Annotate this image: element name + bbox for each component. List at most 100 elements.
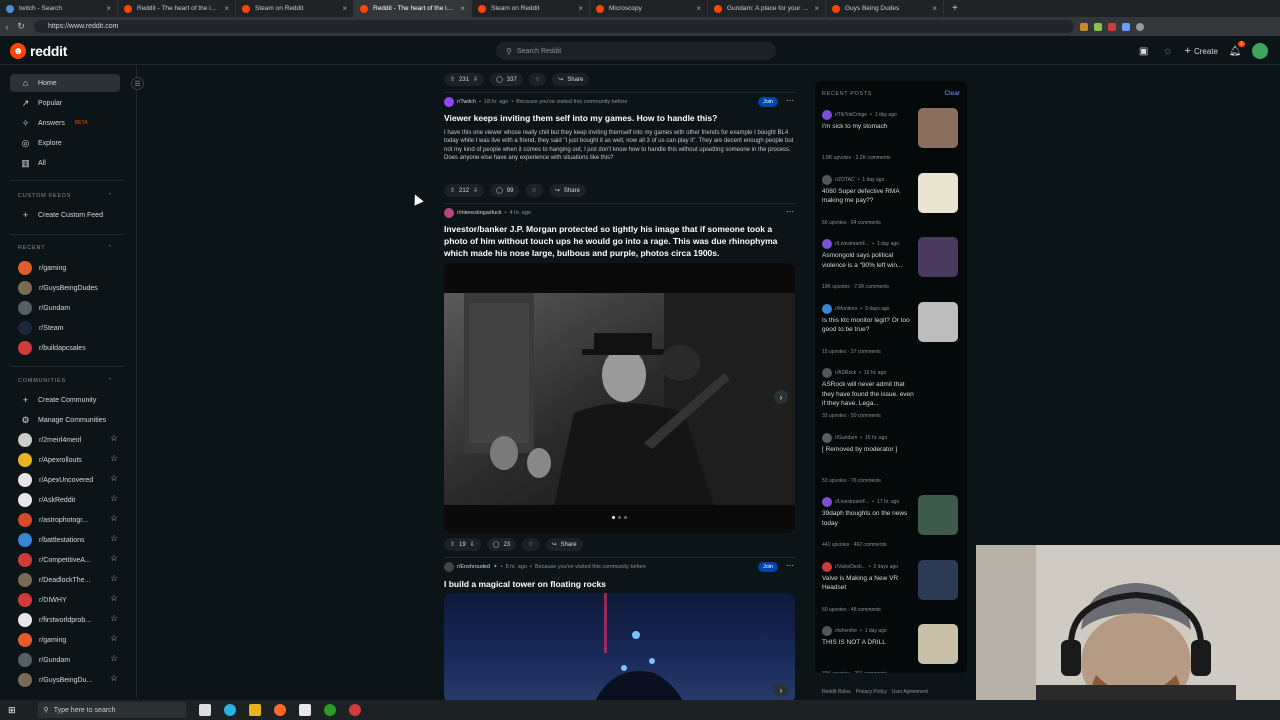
create-button[interactable]: + Create: [1185, 45, 1218, 57]
close-tab-icon[interactable]: ×: [342, 4, 347, 13]
reload-icon[interactable]: ↻: [14, 21, 28, 32]
post-image[interactable]: ›: [444, 263, 795, 533]
manage-communities-button[interactable]: ⚙ Manage Communities: [10, 411, 120, 429]
sidebar-community-item[interactable]: r/GuysBeingDu... ☆: [10, 671, 120, 689]
join-button[interactable]: Join: [758, 562, 779, 572]
recent-post-item[interactable]: r/Gundam • 15 hr. ago [ Removed by moderato…: [822, 432, 962, 497]
more-options-icon[interactable]: ⋯: [786, 207, 794, 216]
upvote-icon[interactable]: ⇧: [450, 187, 455, 194]
recent-post-thumbnail[interactable]: [918, 301, 958, 342]
recent-post-title[interactable]: [ Removed by moderator ]: [822, 445, 914, 455]
recent-post-subreddit[interactable]: r/TikTokCringe: [835, 112, 867, 118]
recent-post-thumbnail[interactable]: [918, 559, 958, 600]
close-tab-icon[interactable]: ×: [578, 4, 583, 13]
recent-post-subreddit[interactable]: r/Gundam: [835, 435, 857, 441]
browser-tab[interactable]: Steam on Reddit ×: [472, 0, 590, 17]
star-icon[interactable]: ☆: [110, 493, 118, 504]
sidebar-toggle-icon[interactable]: ☰: [131, 77, 144, 90]
recent-post-subreddit[interactable]: r/LivestreamF...: [835, 499, 869, 505]
browser-tab[interactable]: Reddit - The heart of the internet ×: [354, 0, 472, 17]
post-body[interactable]: I have this one viewer whose really chil…: [444, 129, 794, 162]
recent-post-item[interactable]: r/ASRock • 16 hr. ago ASRock will never adm…: [822, 368, 962, 432]
windows-start-icon[interactable]: ⊞: [8, 705, 16, 716]
sidebar-item-all[interactable]: ▥ All: [10, 154, 120, 172]
star-icon[interactable]: ☆: [110, 473, 118, 484]
browser-tab[interactable]: Microscopy ×: [590, 0, 708, 17]
sidebar-recent-item[interactable]: r/buildapcsales: [10, 339, 120, 357]
sidebar-item-popular[interactable]: ↗ Popular: [10, 94, 120, 112]
extension-icon[interactable]: [1094, 22, 1102, 31]
sidebar-community-item[interactable]: r/AskReddit ☆: [10, 491, 120, 509]
recent-post-subreddit[interactable]: r/ASRock: [835, 370, 856, 376]
vote-pill[interactable]: ⇧ 212 ⇩: [444, 184, 485, 197]
star-icon[interactable]: ☆: [110, 453, 118, 464]
url-field[interactable]: https://www.reddit.com: [34, 20, 1074, 33]
recent-post-title[interactable]: I'm sick to my stomach: [822, 122, 914, 132]
sidebar-community-item[interactable]: r/Gundam ☆: [10, 651, 120, 669]
sidebar-community-item[interactable]: r/CompetitiveA... ☆: [10, 551, 120, 569]
search-bar[interactable]: ⚲ Search Reddit: [496, 42, 776, 60]
taskbar-search[interactable]: ⚲ Type here to search: [37, 702, 186, 718]
sidebar-community-item[interactable]: r/ApexUncovered ☆: [10, 471, 120, 489]
close-tab-icon[interactable]: ×: [460, 4, 465, 13]
recent-post-subreddit[interactable]: r/Monitors: [835, 306, 857, 312]
more-options-icon[interactable]: ⋯: [786, 96, 794, 105]
comments-button[interactable]: ◯ 99: [490, 184, 520, 197]
xbox-icon[interactable]: [323, 704, 336, 716]
recent-post-subreddit[interactable]: r/LivestreamF...: [835, 241, 869, 247]
user-avatar[interactable]: [1252, 43, 1268, 59]
recent-post-item[interactable]: r/LivestreamF... • 1 day ago Asmongold says…: [822, 237, 962, 303]
sidebar-community-item[interactable]: r/gaming ☆: [10, 631, 120, 649]
browser-tab[interactable]: Guys Being Dudes ×: [826, 0, 944, 17]
recent-post-title[interactable]: Asmongold says political violence is a "…: [822, 251, 914, 270]
sidebar-community-item[interactable]: r/DeadlockThe... ☆: [10, 571, 120, 589]
chat-icon[interactable]: ◌: [1161, 44, 1175, 58]
recent-post-title[interactable]: ASRock will never admit that they have f…: [822, 380, 914, 409]
subreddit-link[interactable]: r/Twitch: [457, 99, 476, 105]
extension-icon[interactable]: [1122, 22, 1130, 31]
create-custom-feed-button[interactable]: + Create Custom Feed: [10, 206, 120, 224]
star-icon[interactable]: ☆: [110, 673, 118, 684]
sidebar-community-item[interactable]: r/firstworldprob... ☆: [10, 611, 120, 629]
sidebar-recent-item[interactable]: r/Steam: [10, 319, 120, 337]
sidebar-community-item[interactable]: r/DIWHY ☆: [10, 591, 120, 609]
upvote-icon[interactable]: ⇧: [450, 76, 455, 83]
bell-icon[interactable]: 🔔︎ 1: [1228, 41, 1245, 58]
task-view-icon[interactable]: [198, 704, 211, 716]
footer-link[interactable]: Privacy Policy: [856, 689, 887, 695]
sidebar-recent-item[interactable]: r/gaming: [10, 259, 120, 277]
advertise-icon[interactable]: ▣: [1137, 44, 1151, 58]
recent-post-item[interactable]: r/ZOTAC • 1 day ago 4080 Super defective RM…: [822, 172, 962, 239]
sidebar-community-item[interactable]: r/astrophotogr... ☆: [10, 511, 120, 529]
recent-post-subreddit[interactable]: r/whenthe: [835, 628, 857, 634]
next-image-icon[interactable]: ›: [774, 390, 788, 404]
recent-post-title[interactable]: THIS IS NOT A DRILL: [822, 638, 914, 648]
sidebar-recent-item[interactable]: r/GuysBeingDudes: [10, 279, 120, 297]
file-explorer-icon[interactable]: [248, 704, 261, 716]
extension-icon[interactable]: [1080, 22, 1088, 31]
back-icon[interactable]: ‹: [0, 22, 14, 32]
browser-tab[interactable]: Gundam: A place for your favorite ×: [708, 0, 826, 17]
star-icon[interactable]: ☆: [110, 553, 118, 564]
join-button[interactable]: Join: [758, 97, 779, 107]
recent-post-item[interactable]: r/LivestreamF... • 17 hr. ago 39daph though…: [822, 495, 962, 561]
steam-icon[interactable]: [298, 704, 311, 716]
recent-post-thumbnail[interactable]: [918, 624, 958, 664]
close-tab-icon[interactable]: ×: [696, 4, 701, 13]
star-icon[interactable]: ☆: [110, 573, 118, 584]
award-button[interactable]: ♢: [528, 73, 547, 86]
vote-pill[interactable]: ⇧ 231 ⇩: [444, 73, 485, 86]
footer-link[interactable]: User Agreement: [892, 689, 928, 695]
star-icon[interactable]: ☆: [110, 653, 118, 664]
browser-tab[interactable]: Steam on Reddit ×: [236, 0, 354, 17]
recent-post-subreddit[interactable]: r/ZOTAC: [835, 177, 855, 183]
post-title[interactable]: I build a magical tower on floating rock…: [444, 578, 794, 590]
browser-tab[interactable]: twitch - Search ×: [0, 0, 118, 17]
close-tab-icon[interactable]: ×: [106, 4, 111, 13]
share-button[interactable]: ↪ Share: [552, 73, 590, 86]
create-community-button[interactable]: + Create Community: [10, 391, 120, 409]
reddit-logo[interactable]: ☻ reddit: [10, 43, 67, 59]
recent-post-thumbnail[interactable]: [918, 237, 958, 277]
sidebar-item-answers[interactable]: ✧ Answers BETA: [10, 114, 120, 132]
recent-post-item[interactable]: r/whenthe•1 day ago THIS IS NOT A DRILL 39…: [822, 624, 962, 673]
